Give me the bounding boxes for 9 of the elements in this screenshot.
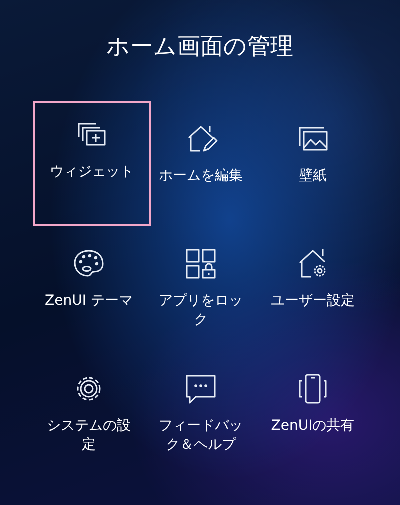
menu-tile[interactable]: ZenUIの共有 [257,355,369,480]
menu-tile[interactable]: フィードバック＆ヘルプ [145,355,257,480]
menu-tile[interactable]: ユーザー設定 [257,230,369,355]
menu-tile[interactable]: システムの設定 [33,355,145,480]
menu-tile[interactable]: ZenUI テーマ [33,230,145,355]
menu-tile[interactable]: ウィジェット [33,101,151,226]
menu-tile[interactable]: アプリをロック [145,230,257,355]
page-title: ホーム画面の管理 [106,33,294,62]
menu-tile[interactable]: 壁紙 [257,105,369,230]
